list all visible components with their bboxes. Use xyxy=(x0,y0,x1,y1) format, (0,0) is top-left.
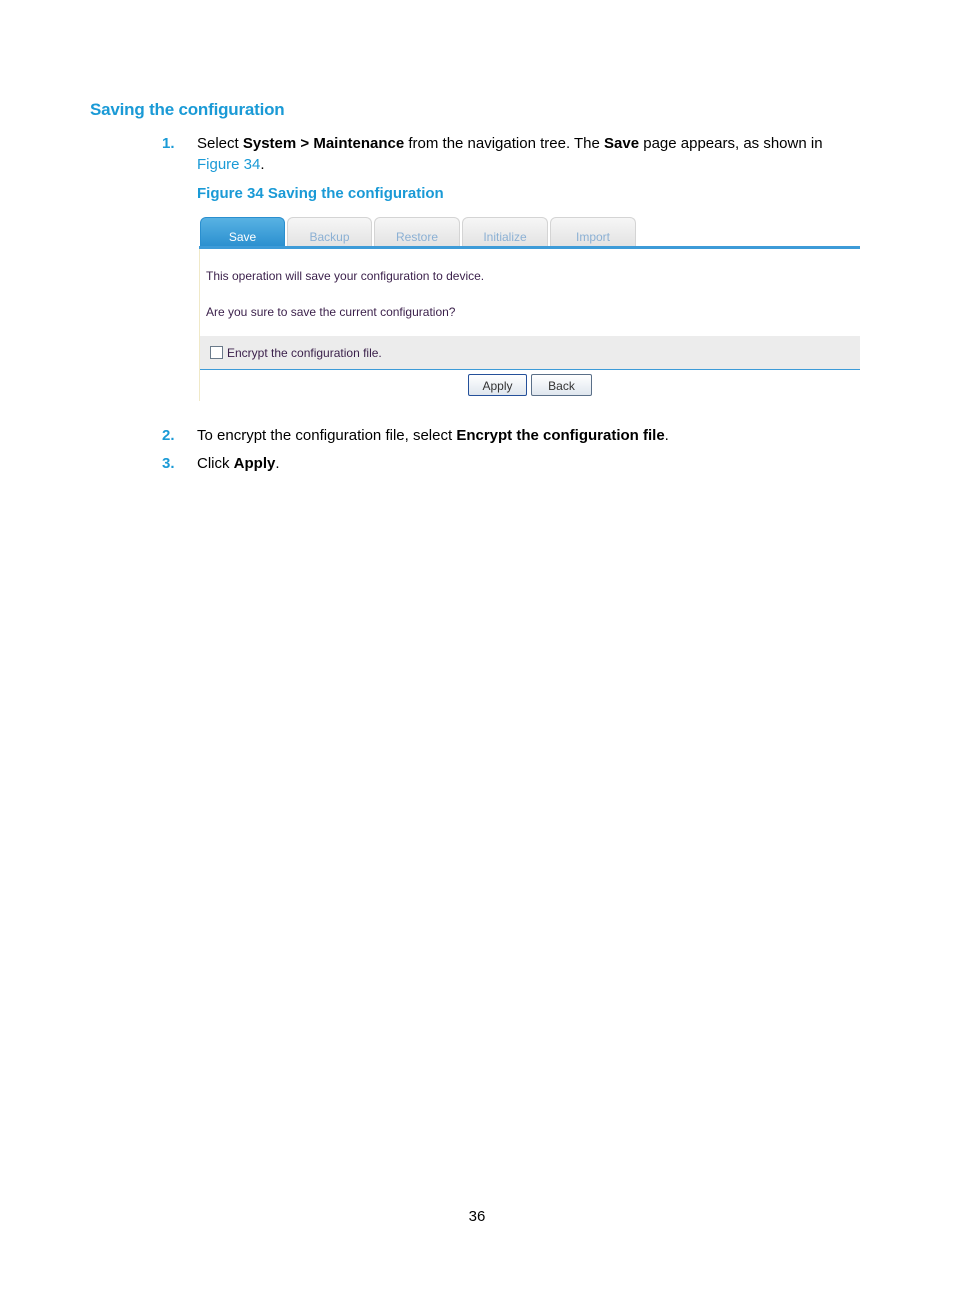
text: Click xyxy=(197,455,234,472)
text: . xyxy=(664,427,669,444)
step-number: 2. xyxy=(162,427,175,444)
save-config-figure: Save Backup Restore Initialize Import Th… xyxy=(199,216,860,401)
apply-button[interactable]: Apply xyxy=(468,374,527,396)
bold-menu-path: System > Maintenance xyxy=(242,135,405,152)
page-number: 36 xyxy=(468,1208,486,1225)
text: To encrypt the configuration file, selec… xyxy=(197,427,457,444)
text: . xyxy=(260,156,265,173)
encrypt-checkbox[interactable] xyxy=(210,346,223,359)
tab-initialize[interactable]: Initialize xyxy=(462,217,548,247)
text: page appears, as shown in xyxy=(639,135,823,152)
left-border xyxy=(199,249,200,401)
bold-option-name: Encrypt the configuration file xyxy=(456,427,665,444)
bold-button-name: Apply xyxy=(233,455,276,472)
step-text: Click Apply. xyxy=(197,453,837,474)
confirm-message: Are you sure to save the current configu… xyxy=(206,305,456,319)
step-text: Select System > Maintenance from the nav… xyxy=(197,133,837,175)
encrypt-option-row: Encrypt the configuration file. xyxy=(200,336,860,370)
back-button[interactable]: Back xyxy=(531,374,592,396)
text: . xyxy=(275,455,280,472)
encrypt-checkbox-label[interactable]: Encrypt the configuration file. xyxy=(227,346,382,360)
tab-save[interactable]: Save xyxy=(200,217,285,247)
bold-page-name: Save xyxy=(604,135,640,152)
info-message: This operation will save your configurat… xyxy=(206,269,485,283)
figure-link[interactable]: Figure 34 xyxy=(197,156,260,173)
section-heading: Saving the configuration xyxy=(90,100,285,119)
tab-restore[interactable]: Restore xyxy=(374,217,460,247)
step-text: To encrypt the configuration file, selec… xyxy=(197,425,837,446)
tab-backup[interactable]: Backup xyxy=(287,217,372,247)
tab-bar: Save Backup Restore Initialize Import xyxy=(199,216,860,250)
step-number: 1. xyxy=(162,135,175,152)
step-number: 3. xyxy=(162,455,175,472)
text: Select xyxy=(197,135,243,152)
tab-import[interactable]: Import xyxy=(550,217,636,247)
tab-underline xyxy=(199,246,860,249)
figure-caption: Figure 34 Saving the configuration xyxy=(197,185,444,202)
text: from the navigation tree. The xyxy=(404,135,605,152)
